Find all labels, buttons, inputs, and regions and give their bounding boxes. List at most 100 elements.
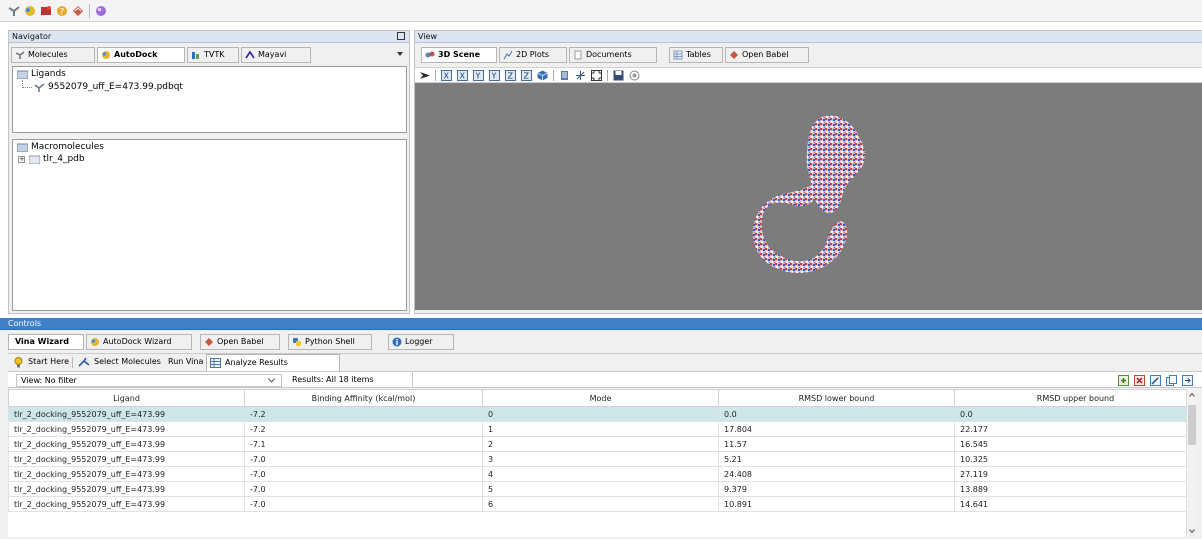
cell-rmsd-lower: 9.379 bbox=[718, 481, 955, 497]
cell-affinity: -7.0 bbox=[244, 481, 483, 497]
macromolecules-panel: Macromolecules + tlr_4_pdb bbox=[12, 139, 407, 311]
settings-icon[interactable] bbox=[559, 70, 570, 81]
column-header-binding-affinity[interactable]: Binding Affinity (kcal/mol) bbox=[244, 389, 483, 407]
tab-molecules[interactable]: Molecules bbox=[11, 47, 95, 63]
view-title: View bbox=[415, 31, 1202, 43]
tab-3d-scene[interactable]: 3D Scene bbox=[421, 47, 497, 63]
svg-text:?: ? bbox=[60, 8, 65, 18]
view-neg-z-icon[interactable]: Z bbox=[521, 70, 532, 81]
fullscreen-icon[interactable] bbox=[591, 70, 602, 81]
pointer-icon[interactable] bbox=[419, 70, 431, 81]
cell-affinity: -7.2 bbox=[244, 406, 483, 422]
table-icon bbox=[673, 50, 683, 60]
tab-label: 3D Scene bbox=[438, 50, 481, 59]
export-table-icon[interactable] bbox=[1182, 375, 1193, 386]
openbabel-icon[interactable] bbox=[72, 5, 84, 17]
column-header-ligand[interactable]: Ligand bbox=[8, 389, 245, 407]
column-header-rmsd-lower[interactable]: RMSD lower bound bbox=[718, 389, 955, 407]
tab-label: 2D Plots bbox=[516, 50, 550, 59]
cell-rmsd-lower: 10.891 bbox=[718, 496, 955, 512]
restore-icon[interactable] bbox=[397, 32, 405, 40]
column-header-rmsd-upper[interactable]: RMSD upper bound bbox=[954, 389, 1196, 407]
camera-icon[interactable] bbox=[629, 70, 640, 81]
cell-rmsd-upper: 16.545 bbox=[954, 436, 1196, 452]
step-analyze-results[interactable]: Analyze Results bbox=[206, 354, 340, 371]
tab-tables[interactable]: Tables bbox=[669, 47, 723, 63]
tab-label: Vina Wizard bbox=[15, 337, 69, 346]
table-row[interactable]: tlr_2_docking_9552079_uff_E=473.99 -7.2 … bbox=[8, 421, 1196, 437]
edit-table-icon[interactable] bbox=[1150, 375, 1161, 386]
cell-mode: 4 bbox=[482, 466, 719, 482]
tab-open-babel[interactable]: Open Babel bbox=[725, 47, 809, 63]
tab-2d-plots[interactable]: 2D Plots bbox=[499, 47, 567, 63]
tab-label: Molecules bbox=[28, 50, 68, 59]
table-row[interactable]: tlr_2_docking_9552079_uff_E=473.99 -7.2 … bbox=[8, 406, 1196, 422]
molecule-icon[interactable] bbox=[8, 5, 20, 17]
ligand-item[interactable]: 9552079_uff_E=473.99.pdbqt bbox=[48, 82, 183, 93]
scrollbar-thumb[interactable] bbox=[1188, 405, 1196, 445]
tab-open-babel-controls[interactable]: Open Babel bbox=[200, 334, 280, 350]
table-row[interactable]: tlr_2_docking_9552079_uff_E=473.99 -7.0 … bbox=[8, 496, 1196, 512]
tab-label: TVTK bbox=[204, 50, 225, 59]
cell-ligand: tlr_2_docking_9552079_uff_E=473.99 bbox=[8, 481, 245, 497]
copy-table-icon[interactable] bbox=[1166, 375, 1177, 386]
chevron-down-icon[interactable] bbox=[1189, 529, 1195, 533]
step-select-molecules[interactable]: Select Molecules bbox=[94, 357, 161, 366]
step-start-here[interactable]: Start Here bbox=[28, 357, 69, 366]
plot-icon bbox=[503, 50, 513, 60]
chevron-down-icon[interactable] bbox=[397, 52, 403, 56]
tab-vina-wizard[interactable]: Vina Wizard bbox=[8, 334, 84, 350]
isometric-view-icon[interactable] bbox=[537, 70, 548, 81]
tab-autodock[interactable]: AutoDock bbox=[97, 47, 185, 63]
build-icon[interactable] bbox=[40, 5, 52, 17]
tab-tvtk[interactable]: TVTK bbox=[187, 47, 239, 63]
cell-affinity: -7.0 bbox=[244, 496, 483, 512]
sphere-icon[interactable] bbox=[95, 5, 107, 17]
cell-rmsd-lower: 17.804 bbox=[718, 421, 955, 437]
cell-affinity: -7.0 bbox=[244, 451, 483, 467]
cell-rmsd-upper: 0.0 bbox=[954, 406, 1196, 422]
tab-documents[interactable]: Documents bbox=[569, 47, 657, 63]
cell-rmsd-upper: 14.641 bbox=[954, 496, 1196, 512]
save-icon[interactable] bbox=[613, 70, 624, 81]
help-icon[interactable]: ? bbox=[56, 5, 68, 17]
tree-line bbox=[22, 87, 32, 88]
view-filter-select[interactable]: View: No filter bbox=[16, 374, 282, 387]
macromolecule-item[interactable]: tlr_4_pdb bbox=[43, 154, 85, 165]
table-scrollbar[interactable] bbox=[1186, 389, 1196, 537]
axes-icon[interactable] bbox=[575, 70, 586, 81]
view-y-icon[interactable]: Y bbox=[473, 70, 484, 81]
step-run-vina[interactable]: Run Vina bbox=[168, 357, 203, 366]
autodock-icon[interactable] bbox=[24, 5, 36, 17]
tab-autodock-wizard[interactable]: AutoDock Wizard bbox=[86, 334, 192, 350]
cell-mode: 3 bbox=[482, 451, 719, 467]
autodock-icon bbox=[102, 51, 110, 59]
table-row[interactable]: tlr_2_docking_9552079_uff_E=473.99 -7.0 … bbox=[8, 466, 1196, 482]
tab-label: Mayavi bbox=[258, 50, 287, 59]
table-row[interactable]: tlr_2_docking_9552079_uff_E=473.99 -7.0 … bbox=[8, 481, 1196, 497]
add-table-icon[interactable] bbox=[1118, 375, 1129, 386]
openbabel-icon bbox=[205, 338, 213, 346]
view-neg-x-icon[interactable]: X bbox=[457, 70, 468, 81]
step-label: Analyze Results bbox=[225, 358, 288, 367]
cell-ligand: tlr_2_docking_9552079_uff_E=473.99 bbox=[8, 451, 245, 467]
toolbar-separator bbox=[89, 4, 90, 18]
tab-mayavi[interactable]: Mayavi bbox=[241, 47, 311, 63]
step-separator bbox=[72, 357, 73, 368]
filter-label: View: bbox=[21, 376, 43, 385]
view-x-icon[interactable]: X bbox=[441, 70, 452, 81]
tab-python-shell[interactable]: Python Shell bbox=[288, 334, 372, 350]
column-header-mode[interactable]: Mode bbox=[482, 389, 719, 407]
cell-rmsd-lower: 5.21 bbox=[718, 451, 955, 467]
view-z-icon[interactable]: Z bbox=[505, 70, 516, 81]
view-neg-y-icon[interactable]: Y bbox=[489, 70, 500, 81]
tab-logger[interactable]: Logger bbox=[388, 334, 454, 350]
chevron-up-icon[interactable] bbox=[1189, 393, 1195, 397]
remove-table-icon[interactable] bbox=[1134, 375, 1145, 386]
table-row[interactable]: tlr_2_docking_9552079_uff_E=473.99 -7.1 … bbox=[8, 436, 1196, 452]
svg-text:Z: Z bbox=[524, 72, 530, 81]
folder-icon bbox=[29, 155, 40, 164]
3d-scene-viewport[interactable] bbox=[415, 83, 1202, 310]
expand-icon[interactable]: + bbox=[18, 156, 25, 163]
table-row[interactable]: tlr_2_docking_9552079_uff_E=473.99 -7.0 … bbox=[8, 451, 1196, 467]
